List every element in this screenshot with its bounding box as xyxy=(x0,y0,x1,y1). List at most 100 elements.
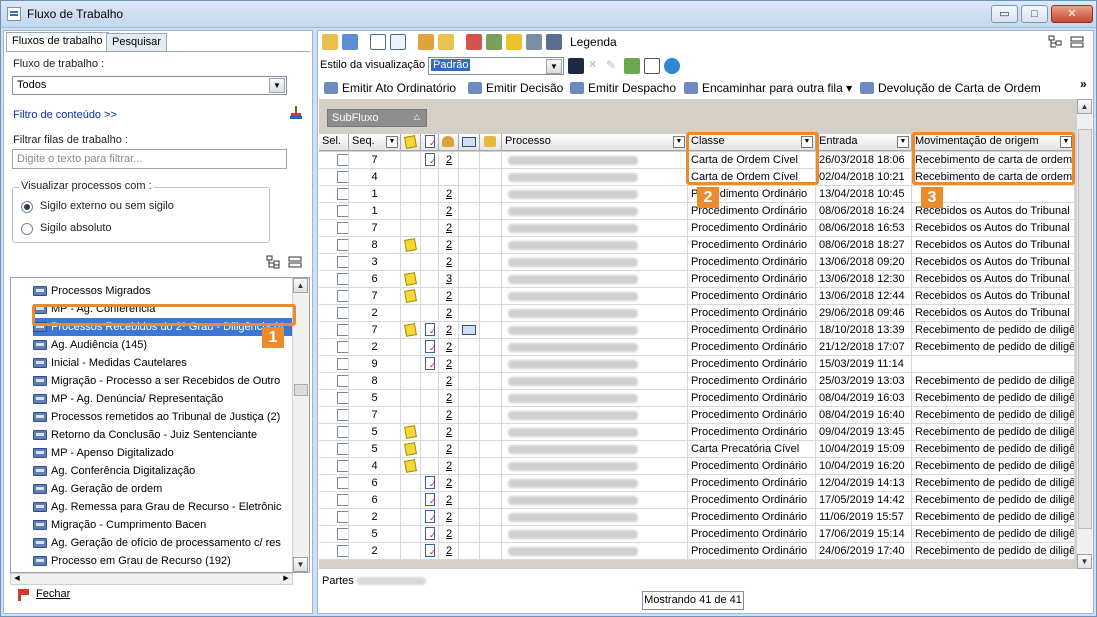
tree-view-icon[interactable] xyxy=(1048,35,1062,49)
action-emitir-ato[interactable]: Emitir Ato Ordinatório xyxy=(324,81,456,95)
refresh-icon[interactable] xyxy=(342,34,358,50)
note-icon[interactable] xyxy=(404,272,417,286)
tree-hscrollbar[interactable]: ◀ ▶ xyxy=(10,573,293,585)
action-devolucao[interactable]: Devolução de Carta de Ordem xyxy=(860,81,1041,95)
scroll-down-icon[interactable]: ▼ xyxy=(293,557,308,572)
chevron-down-icon[interactable]: ▼ xyxy=(1060,136,1072,148)
print-icon[interactable] xyxy=(466,34,482,50)
tab-pesquisar[interactable]: Pesquisar xyxy=(106,33,167,51)
table-row[interactable]: 7 2 Procedimento Ordinário 08/04/2019 16:40… xyxy=(319,407,1075,424)
tree-expand-icon[interactable] xyxy=(266,255,280,269)
signature-icon[interactable] xyxy=(526,34,542,50)
table-row[interactable]: 2 2 Procedimento Ordinário11/06/2019 15:57… xyxy=(319,509,1075,526)
fechar-button[interactable]: Fechar xyxy=(18,588,70,601)
col-classe[interactable]: Classe ▼ xyxy=(688,134,816,151)
col-note[interactable] xyxy=(401,134,421,151)
doc-check-icon[interactable] xyxy=(425,357,437,370)
chevron-down-icon[interactable]: ▼ xyxy=(897,136,909,148)
parts-count-link[interactable]: 2 xyxy=(442,205,452,217)
minimize-button[interactable]: ▭ xyxy=(991,5,1018,23)
row-checkbox[interactable] xyxy=(337,154,348,166)
row-checkbox[interactable] xyxy=(337,171,348,183)
row-checkbox[interactable] xyxy=(337,239,348,251)
tree-item[interactable]: Ag. Conferência Digitalização xyxy=(33,462,303,480)
col-processo[interactable]: Processo ▼ xyxy=(502,134,688,151)
action-emitir-despacho[interactable]: Emitir Despacho xyxy=(570,81,676,95)
scroll-left-icon[interactable]: ◀ xyxy=(11,573,23,585)
doc-check-icon[interactable] xyxy=(425,340,437,353)
subfluxo-group[interactable]: SubFluxo △ xyxy=(327,109,427,127)
row-checkbox[interactable] xyxy=(337,545,348,557)
more-actions-button[interactable]: » xyxy=(1080,77,1087,91)
row-checkbox[interactable] xyxy=(337,358,348,370)
row-checkbox[interactable] xyxy=(337,392,348,404)
action-emitir-decisao[interactable]: Emitir Decisão xyxy=(468,81,563,95)
table-row[interactable]: 9 2 Procedimento Ordinário15/03/2019 11:14 xyxy=(319,356,1075,373)
chevron-down-icon[interactable]: ▼ xyxy=(269,78,285,93)
col-link[interactable] xyxy=(459,134,480,151)
edit-icon[interactable] xyxy=(546,34,562,50)
table-row[interactable]: 8 2 Procedimento Ordinário 25/03/2019 13:03… xyxy=(319,373,1075,390)
tree-collapse-icon[interactable] xyxy=(288,255,302,269)
row-checkbox[interactable] xyxy=(337,341,348,353)
action-encaminhar[interactable]: Encaminhar para outra fila ▾ xyxy=(684,81,852,95)
parts-count-link[interactable]: 2 xyxy=(442,375,452,387)
doc-check-icon[interactable] xyxy=(425,527,437,540)
table-row[interactable]: 6 2 Procedimento Ordinário17/05/2019 14:42… xyxy=(319,492,1075,509)
pencil-icon[interactable]: ✎ xyxy=(606,58,622,74)
parts-count-link[interactable]: 2 xyxy=(442,188,452,200)
parts-count-link[interactable]: 2 xyxy=(442,528,452,540)
parts-count-link[interactable]: 2 xyxy=(442,290,452,302)
scroll-right-icon[interactable]: ▶ xyxy=(280,573,292,585)
tree-item[interactable]: Processo em Grau de Recurso (192) xyxy=(33,552,303,570)
link-icon[interactable] xyxy=(462,325,476,335)
row-checkbox[interactable] xyxy=(337,324,348,336)
row-checkbox[interactable] xyxy=(337,256,348,268)
tree-item[interactable]: Migração - Processo a ser Recebidos de O… xyxy=(33,372,303,390)
parts-count-link[interactable]: 2 xyxy=(442,392,452,404)
row-checkbox[interactable] xyxy=(337,222,348,234)
tree-item[interactable]: Ag. Remessa para Grau de Recurso - Eletr… xyxy=(33,498,303,516)
tree-item[interactable]: Inicial - Medidas Cautelares xyxy=(33,354,303,372)
parts-count-link[interactable]: 2 xyxy=(442,154,452,166)
table-row[interactable]: 5 2 Procedimento Ordinário 09/04/2019 13:45… xyxy=(319,424,1075,441)
col-sel[interactable]: Sel. xyxy=(319,134,349,151)
doc-check-icon[interactable] xyxy=(425,544,437,557)
radio-sigilo-externo[interactable] xyxy=(21,201,33,213)
doc-check-icon[interactable] xyxy=(425,493,437,506)
tree-item[interactable]: Processos Migrados xyxy=(33,282,303,300)
parts-count-link[interactable]: 2 xyxy=(442,545,452,557)
note-icon[interactable] xyxy=(404,425,417,439)
doc-check-icon[interactable] xyxy=(425,153,437,166)
parts-count-link[interactable]: 2 xyxy=(442,256,452,268)
filtrar-input[interactable]: Digite o texto para filtrar... xyxy=(12,149,287,169)
row-checkbox[interactable] xyxy=(337,443,348,455)
row-checkbox[interactable] xyxy=(337,460,348,472)
tree-item[interactable]: Processos remetidos ao Tribunal de Justi… xyxy=(33,408,303,426)
estilo-select[interactable]: Padrão ▼ xyxy=(428,57,564,75)
table-row[interactable]: 7 2 Procedimento Ordinário 13/06/2018 12:44… xyxy=(319,288,1075,305)
doc-check-icon[interactable] xyxy=(425,510,437,523)
table-row[interactable]: 5 2 Procedimento Ordinário17/06/2019 15:14… xyxy=(319,526,1075,543)
maximize-button[interactable]: □ xyxy=(1021,5,1048,23)
chevron-down-icon[interactable]: ▼ xyxy=(673,136,685,148)
tree-item[interactable]: Ag. Geração de ofício de processamento c… xyxy=(33,534,303,552)
parts-count-link[interactable]: 2 xyxy=(442,494,452,506)
row-checkbox[interactable] xyxy=(337,528,348,540)
col-users[interactable] xyxy=(439,134,459,151)
tab-fluxos[interactable]: Fluxos de trabalho xyxy=(6,32,109,52)
grid-scrollbar[interactable]: ▲ ▼ xyxy=(1076,99,1092,569)
tree-item[interactable]: Retorno da Conclusão - Juiz Sentenciante xyxy=(33,426,303,444)
parts-count-link[interactable]: 2 xyxy=(442,341,452,353)
save-icon[interactable] xyxy=(568,58,584,74)
search-doc-icon[interactable] xyxy=(486,34,502,50)
table-row[interactable]: 2 2 Procedimento Ordinário21/12/2018 17:07… xyxy=(319,339,1075,356)
col-doc[interactable] xyxy=(421,134,439,151)
col-movimentacao[interactable]: Movimentação de origem ▼ xyxy=(912,134,1075,151)
col-entrada[interactable]: Entrada ▼ xyxy=(816,134,912,151)
legenda-label[interactable]: Legenda xyxy=(570,35,617,49)
parts-count-link[interactable]: 2 xyxy=(442,239,452,251)
paste-icon[interactable] xyxy=(438,34,454,50)
row-checkbox[interactable] xyxy=(337,409,348,421)
parts-count-link[interactable] xyxy=(442,171,446,183)
